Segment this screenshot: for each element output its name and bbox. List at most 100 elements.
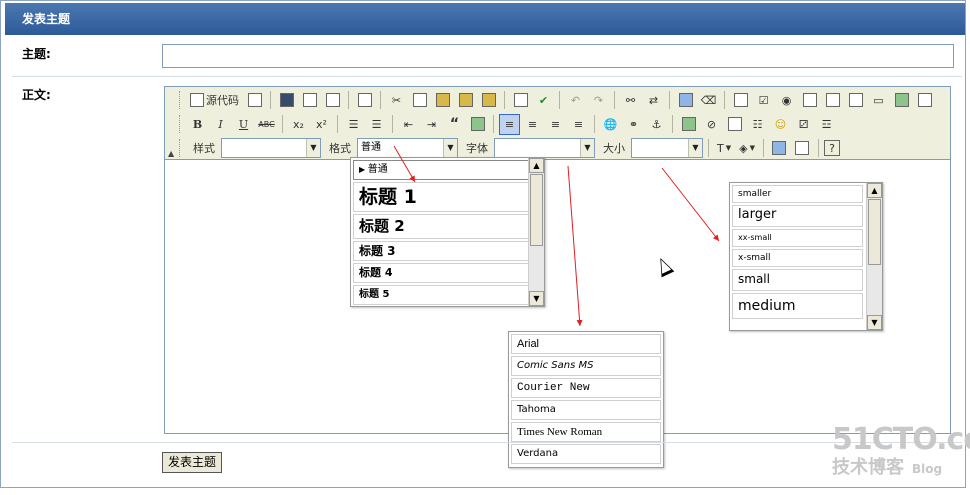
copy-button[interactable] [409,90,430,111]
toolbar-row-2: B I U ABC x₂ x² ☰ ☰ ⇤ ⇥ “ ≡ ≡ ≡ ≡ 🌐 ⚭ ⚓ … [179,112,837,136]
image-button[interactable] [678,114,699,135]
font-option[interactable]: Verdana [511,444,661,464]
form-button-button[interactable]: ▭ [868,90,889,111]
table-button[interactable] [724,114,745,135]
unlink-button[interactable]: ⚭ [623,114,644,135]
smiley-button[interactable]: ☺ [770,114,791,135]
scroll-thumb[interactable] [868,199,881,265]
format-select[interactable]: 普通 ▼ [357,138,458,158]
format-option-h4[interactable]: 标题 4 [353,263,542,283]
subscript-button[interactable]: x₂ [288,114,309,135]
align-left-button[interactable]: ≡ [499,113,520,135]
paste-text-button[interactable] [455,90,476,111]
size-option[interactable]: medium [732,293,863,319]
format-option-h3[interactable]: 标题 3 [353,241,542,261]
select-all-button[interactable] [675,90,696,111]
size-option[interactable]: xx-small [732,229,863,247]
scroll-up-icon[interactable]: ▲ [529,158,544,173]
scroll-thumb[interactable] [530,174,543,246]
size-option[interactable]: larger [732,205,863,227]
bold-button[interactable]: B [187,114,208,135]
scroll-down-icon[interactable]: ▼ [529,291,544,306]
indent-button[interactable]: ⇥ [421,114,442,135]
anchor-button[interactable]: ⚓ [646,114,667,135]
format-option-normal[interactable]: ▶ 普通 [353,160,542,180]
font-option[interactable]: Comic Sans MS [511,356,661,376]
format-option-h2[interactable]: 标题 2 [353,214,542,239]
toolbar-grip[interactable] [179,139,182,157]
size-scrollbar[interactable]: ▲ ▼ [866,183,882,330]
replace-button[interactable]: ⇄ [643,90,664,111]
maximize-button[interactable] [769,138,790,159]
subject-input[interactable] [162,44,954,68]
format-scrollbar[interactable]: ▲ ▼ [528,158,544,306]
paste-button[interactable] [432,90,453,111]
checkbox-button[interactable]: ☑ [753,90,774,111]
size-option[interactable]: smaller [732,185,863,203]
print-preview-button[interactable] [322,90,343,111]
horizontal-rule-button[interactable]: ☷ [747,114,768,135]
textfield-button[interactable] [799,90,820,111]
chevron-down-icon: ▼ [443,139,457,157]
find-button[interactable]: ⚯ [620,90,641,111]
font-option[interactable]: Tahoma [511,400,661,420]
scroll-down-icon[interactable]: ▼ [867,315,882,330]
scroll-up-icon[interactable]: ▲ [867,183,882,198]
strikethrough-button[interactable]: ABC [256,114,277,135]
paste-word-button[interactable] [478,90,499,111]
align-center-button[interactable]: ≡ [522,114,543,135]
font-option[interactable]: Courier New [511,378,661,398]
format-option-h1[interactable]: 标题 1 [353,182,542,212]
italic-button[interactable]: I [210,114,231,135]
underline-button[interactable]: U [233,114,254,135]
new-page-button[interactable] [299,90,320,111]
collapse-toolbar-icon[interactable]: ▲ [168,149,174,158]
size-select[interactable]: ▼ [631,138,703,158]
redo-button[interactable]: ↷ [588,90,609,111]
link-button[interactable]: 🌐 [600,114,621,135]
justify-button[interactable]: ≡ [568,114,589,135]
toolbar-grip[interactable] [179,115,182,133]
form-button[interactable] [730,90,751,111]
superscript-button[interactable]: x² [311,114,332,135]
bg-color-button[interactable]: ◈ ▼ [736,138,758,159]
spellcheck-button[interactable]: ✔ [533,90,554,111]
flash-button[interactable]: ⊘ [701,114,722,135]
image-button-button[interactable] [891,90,912,111]
text-color-button[interactable]: T ▼ [714,138,734,159]
remove-format-button[interactable]: ⌫ [698,90,719,111]
show-blocks-button[interactable] [792,138,813,159]
style-select[interactable]: ▼ [221,138,321,158]
align-right-button[interactable]: ≡ [545,114,566,135]
templates-button[interactable] [354,90,375,111]
size-option[interactable]: x-small [732,249,863,267]
font-option[interactable]: Arial [511,334,661,354]
special-char-button[interactable]: ⚂ [793,114,814,135]
about-button[interactable]: ? [823,140,840,156]
save-button[interactable] [276,90,297,111]
radio-button[interactable]: ◉ [776,90,797,111]
print-button[interactable] [510,90,531,111]
toolbar-separator [380,91,381,109]
blockquote-button[interactable]: “ [444,114,465,135]
undo-button[interactable]: ↶ [565,90,586,111]
cut-button[interactable]: ✂ [386,90,407,111]
page-break-button[interactable]: ☲ [816,114,837,135]
size-option[interactable]: small [732,269,863,291]
font-select[interactable]: ▼ [494,138,595,158]
font-option[interactable]: Times New Roman [511,422,661,442]
hidden-field-button[interactable] [914,90,935,111]
source-code-button[interactable]: 源代码 [187,90,242,111]
toolbar-grip[interactable] [179,91,182,109]
format-option-h5[interactable]: 标题 5 [353,285,542,305]
select-field-button[interactable] [845,90,866,111]
submit-post-button[interactable]: 发表主题 [162,452,223,473]
textarea-button[interactable] [822,90,843,111]
numbered-list-button[interactable]: ☰ [343,114,364,135]
toolbar-separator [817,139,819,157]
outdent-button[interactable]: ⇤ [398,114,419,135]
preview-button[interactable] [244,90,265,111]
bullet-list-button[interactable]: ☰ [366,114,387,135]
toolbar-separator [614,91,615,109]
div-button[interactable] [467,114,488,135]
